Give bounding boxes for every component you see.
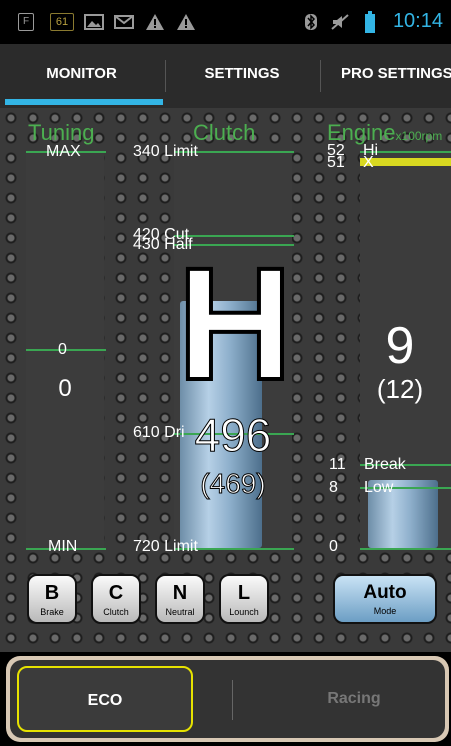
clutch-title: Clutch xyxy=(193,120,256,145)
engine-sub-value: (12) xyxy=(376,374,424,404)
brake-toggle-button[interactable]: B Brake xyxy=(27,574,77,624)
gear-indicator: H xyxy=(175,234,295,413)
tab-settings[interactable]: SETTINGS xyxy=(166,44,318,108)
brake-label: Brake xyxy=(40,607,64,617)
sim-card-icon: F xyxy=(18,13,34,31)
auto-label: Mode xyxy=(373,606,397,616)
clutch-bottom-limit-label: 720 Limit xyxy=(133,538,198,555)
auto-mode-button[interactable]: Auto Mode xyxy=(333,574,437,624)
brake-key: B xyxy=(44,582,60,604)
tuning-value: 0 xyxy=(58,375,72,402)
neutral-toggle-button[interactable]: N Neutral xyxy=(155,574,205,624)
engine-x-label: X xyxy=(363,154,374,171)
warning-icon xyxy=(145,13,165,31)
clutch-sub-value: (469) xyxy=(200,468,266,500)
engine-break-value: 11 xyxy=(329,456,346,473)
engine-zero-line xyxy=(360,548,451,550)
mode-eco-button[interactable]: ECO xyxy=(17,666,193,732)
battery-icon xyxy=(364,11,376,33)
launch-label: Lounch xyxy=(229,607,259,617)
engine-zero-label: 0 xyxy=(329,538,338,555)
tab-pro-settings[interactable]: PRO SETTINGS xyxy=(321,44,451,108)
launch-key: L xyxy=(237,582,251,604)
bluetooth-icon xyxy=(304,13,318,31)
engine-low-label: Low xyxy=(364,479,394,496)
tuning-max-label: MAX xyxy=(46,143,81,160)
tuning-zero-label: 0 xyxy=(58,341,67,358)
clutch-toggle-button[interactable]: C Clutch xyxy=(91,574,141,624)
engine-value: 9 xyxy=(385,317,415,375)
mute-icon xyxy=(330,13,350,31)
clock-time: 10:14 xyxy=(392,10,443,32)
auto-key: Auto xyxy=(363,582,407,603)
clutch-value: 496 xyxy=(194,409,272,461)
mode-racing-button[interactable]: Racing xyxy=(266,666,442,732)
clutch-label: Clutch xyxy=(103,607,129,617)
engine-x-value: 51 xyxy=(327,154,345,171)
mode-divider xyxy=(232,680,233,720)
neutral-label: Neutral xyxy=(165,607,195,617)
launch-toggle-button[interactable]: L Lounch xyxy=(219,574,269,624)
active-tab-indicator xyxy=(5,99,163,105)
clutch-top-limit-label: 340 Limit xyxy=(133,143,198,160)
notification-61-icon: 61 xyxy=(50,13,74,31)
warning-icon xyxy=(176,13,196,31)
image-icon xyxy=(84,13,104,31)
neutral-key: N xyxy=(172,582,188,604)
mail-icon xyxy=(114,13,134,31)
tuning-min-label: MIN xyxy=(48,538,78,555)
status-bar: F 61 10:14 xyxy=(0,0,451,44)
clutch-key: C xyxy=(108,582,124,604)
engine-low-value: 8 xyxy=(329,479,338,496)
engine-break-label: Break xyxy=(364,456,406,473)
engine-unit: x100rpm xyxy=(395,129,443,143)
